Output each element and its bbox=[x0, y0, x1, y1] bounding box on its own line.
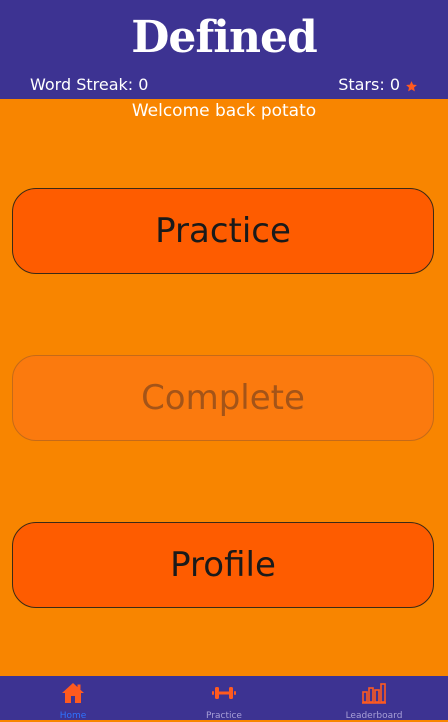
nav-item-home[interactable]: Home bbox=[23, 676, 123, 721]
home-icon bbox=[62, 683, 84, 703]
dumbbell-icon bbox=[212, 687, 236, 699]
bar-chart-icon bbox=[362, 683, 386, 704]
word-streak: Word Streak: 0 bbox=[30, 75, 149, 94]
bottom-navigation: Home Practice Leaderboard bbox=[0, 676, 448, 721]
nav-item-leaderboard[interactable]: Leaderboard bbox=[324, 676, 424, 721]
nav-label-home: Home bbox=[59, 711, 87, 721]
nav-label-leaderboard: Leaderboard bbox=[345, 711, 403, 721]
star-icon bbox=[406, 81, 417, 92]
nav-item-practice[interactable]: Practice bbox=[174, 676, 274, 721]
app-header: Defined Word Streak: 0 Stars: 0 bbox=[0, 0, 448, 99]
stars-label: Stars: 0 bbox=[338, 75, 400, 94]
nav-label-practice: Practice bbox=[206, 711, 242, 721]
welcome-message: Welcome back potato bbox=[131, 101, 317, 121]
complete-button[interactable]: Complete bbox=[12, 355, 434, 441]
stars-counter: Stars: 0 bbox=[338, 75, 400, 95]
practice-button[interactable]: Practice bbox=[12, 188, 434, 274]
profile-button[interactable]: Profile bbox=[12, 522, 434, 608]
app-title: Defined bbox=[131, 12, 318, 63]
